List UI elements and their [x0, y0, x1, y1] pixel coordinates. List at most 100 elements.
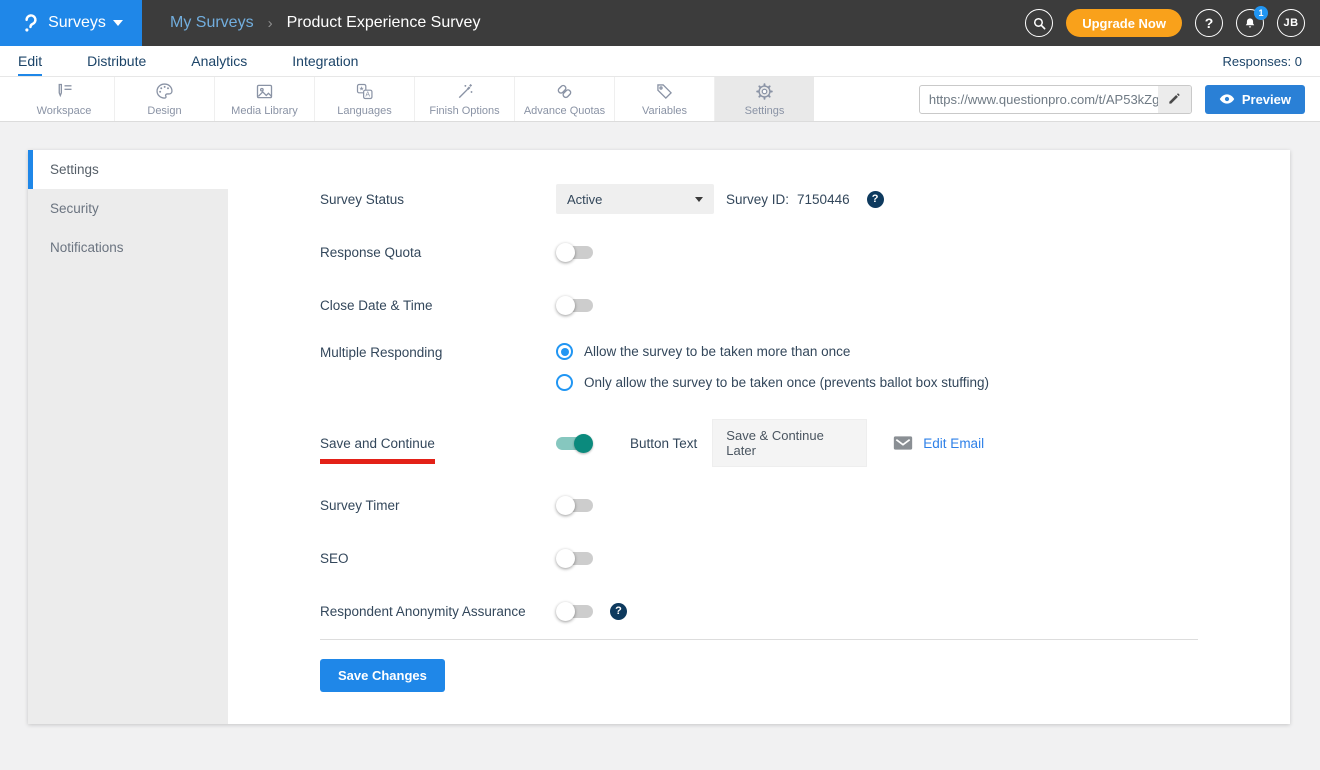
toolbar-item-media-library[interactable]: Media Library	[214, 77, 314, 121]
survey-timer-toggle[interactable]	[556, 496, 593, 515]
mail-icon	[893, 435, 913, 451]
button-text-input[interactable]: Save & Continue Later	[712, 419, 867, 467]
survey-nav: Edit Distribute Analytics Integration Re…	[0, 46, 1320, 77]
survey-status-select[interactable]: Active	[556, 184, 714, 214]
tab-edit[interactable]: Edit	[18, 46, 42, 76]
gear-icon	[754, 82, 775, 102]
avatar-initials: JB	[1283, 17, 1298, 29]
multiple-responding-label: Multiple Responding	[320, 343, 556, 360]
radio-option-once-only[interactable]: Only allow the survey to be taken once (…	[556, 374, 989, 391]
toolbar-item-advance-quotas[interactable]: Advance Quotas	[514, 77, 614, 121]
top-header: Surveys My Surveys › Product Experience …	[0, 0, 1320, 46]
toolbar-item-label: Settings	[745, 105, 785, 117]
survey-url-value: https://www.questionpro.com/t/AP53kZgfo	[920, 92, 1158, 107]
form-divider	[320, 639, 1198, 640]
survey-status-value: Active	[567, 192, 602, 207]
survey-url-field[interactable]: https://www.questionpro.com/t/AP53kZgfo	[919, 85, 1192, 114]
breadcrumb-my-surveys[interactable]: My Surveys	[170, 14, 254, 32]
avatar[interactable]: JB	[1277, 9, 1305, 37]
tab-integration[interactable]: Integration	[292, 46, 358, 76]
toolbar-item-label: Advance Quotas	[524, 105, 605, 117]
questionpro-logo-icon	[19, 12, 41, 34]
translate-icon: ★A	[354, 82, 375, 102]
help-button[interactable]: ?	[1195, 9, 1223, 37]
radio-option-label: Only allow the survey to be taken once (…	[584, 375, 989, 390]
save-and-continue-label: Save and Continue	[320, 436, 435, 464]
save-and-continue-toggle[interactable]	[556, 434, 593, 453]
sidebar-item-security[interactable]: Security	[28, 189, 228, 228]
toolbar-item-workspace[interactable]: Workspace	[14, 77, 114, 121]
notification-badge: 1	[1254, 6, 1268, 20]
magic-wand-icon	[454, 82, 475, 102]
radio-option-multiple-allowed[interactable]: Allow the survey to be taken more than o…	[556, 343, 850, 360]
upgrade-button[interactable]: Upgrade Now	[1066, 9, 1182, 37]
response-quota-label: Response Quota	[320, 245, 556, 260]
image-icon	[254, 82, 275, 102]
toolbar-item-settings[interactable]: Settings	[714, 77, 814, 121]
response-quota-row: Response Quota	[320, 237, 1290, 267]
close-date-toggle[interactable]	[556, 296, 593, 315]
palette-icon	[154, 82, 175, 102]
save-changes-button[interactable]: Save Changes	[320, 659, 445, 692]
chevron-down-icon	[113, 20, 123, 26]
breadcrumb: My Surveys › Product Experience Survey	[142, 0, 1025, 46]
edit-email-link[interactable]: Edit Email	[923, 436, 984, 451]
toolbar-item-label: Design	[147, 105, 181, 117]
search-button[interactable]	[1025, 9, 1053, 37]
seo-row: SEO	[320, 543, 1290, 573]
help-icon[interactable]: ?	[610, 603, 627, 620]
button-text-label: Button Text	[630, 436, 697, 451]
toolbar-item-label: Variables	[642, 105, 687, 117]
edit-toolbar: Workspace Design Media Library ★A Langua…	[0, 77, 1320, 122]
radio-option-label: Allow the survey to be taken more than o…	[584, 344, 850, 359]
survey-timer-label: Survey Timer	[320, 498, 556, 513]
chevron-down-icon	[695, 197, 703, 202]
tag-icon	[654, 82, 675, 102]
toolbar-item-label: Languages	[337, 105, 391, 117]
workspace-icon	[54, 82, 75, 102]
tab-distribute[interactable]: Distribute	[87, 46, 146, 76]
close-date-label: Close Date & Time	[320, 298, 556, 313]
toolbar-item-label: Workspace	[37, 105, 92, 117]
svg-text:★: ★	[359, 86, 364, 93]
toolbar-item-design[interactable]: Design	[114, 77, 214, 121]
seo-toggle[interactable]	[556, 549, 593, 568]
toolbar-item-label: Media Library	[231, 105, 298, 117]
tab-analytics[interactable]: Analytics	[191, 46, 247, 76]
chain-links-icon	[554, 82, 575, 102]
preview-button[interactable]: Preview	[1205, 85, 1305, 114]
toolbar-item-label: Finish Options	[429, 105, 499, 117]
edit-url-button[interactable]	[1158, 86, 1191, 113]
anonymity-toggle[interactable]	[556, 602, 593, 621]
anonymity-row: Respondent Anonymity Assurance ?	[320, 596, 1290, 626]
page-content: Settings Security Notifications Survey S…	[0, 122, 1320, 752]
sidebar-item-settings[interactable]: Settings	[28, 150, 228, 189]
preview-label: Preview	[1242, 92, 1291, 107]
help-icon[interactable]: ?	[867, 191, 884, 208]
pencil-icon	[1167, 92, 1181, 106]
anonymity-label: Respondent Anonymity Assurance	[320, 604, 556, 619]
seo-label: SEO	[320, 551, 556, 566]
sidebar-item-notifications[interactable]: Notifications	[28, 228, 228, 267]
svg-text:A: A	[365, 92, 370, 99]
multiple-responding-row: Multiple Responding Allow the survey to …	[320, 343, 1290, 391]
survey-id-label: Survey ID:	[726, 192, 789, 207]
toolbar-item-variables[interactable]: Variables	[614, 77, 714, 121]
question-icon: ?	[1205, 15, 1214, 31]
product-name: Surveys	[48, 14, 106, 32]
survey-status-label: Survey Status	[320, 192, 556, 207]
product-switcher[interactable]: Surveys	[0, 0, 142, 46]
settings-form: Survey Status Active Survey ID: 7150446 …	[228, 150, 1290, 724]
responses-count: Responses: 0	[1223, 54, 1303, 69]
toolbar-item-languages[interactable]: ★A Languages	[314, 77, 414, 121]
radio-icon	[556, 343, 573, 360]
settings-sidebar: Settings Security Notifications	[28, 150, 228, 724]
save-and-continue-row: Save and Continue Button Text Save & Con…	[320, 419, 1290, 467]
response-quota-toggle[interactable]	[556, 243, 593, 262]
notifications-button[interactable]: 1	[1236, 9, 1264, 37]
settings-panel: Settings Security Notifications Survey S…	[28, 150, 1290, 724]
breadcrumb-separator: ›	[268, 15, 273, 32]
toolbar-item-finish-options[interactable]: Finish Options	[414, 77, 514, 121]
close-date-row: Close Date & Time	[320, 290, 1290, 320]
eye-icon	[1219, 93, 1235, 105]
